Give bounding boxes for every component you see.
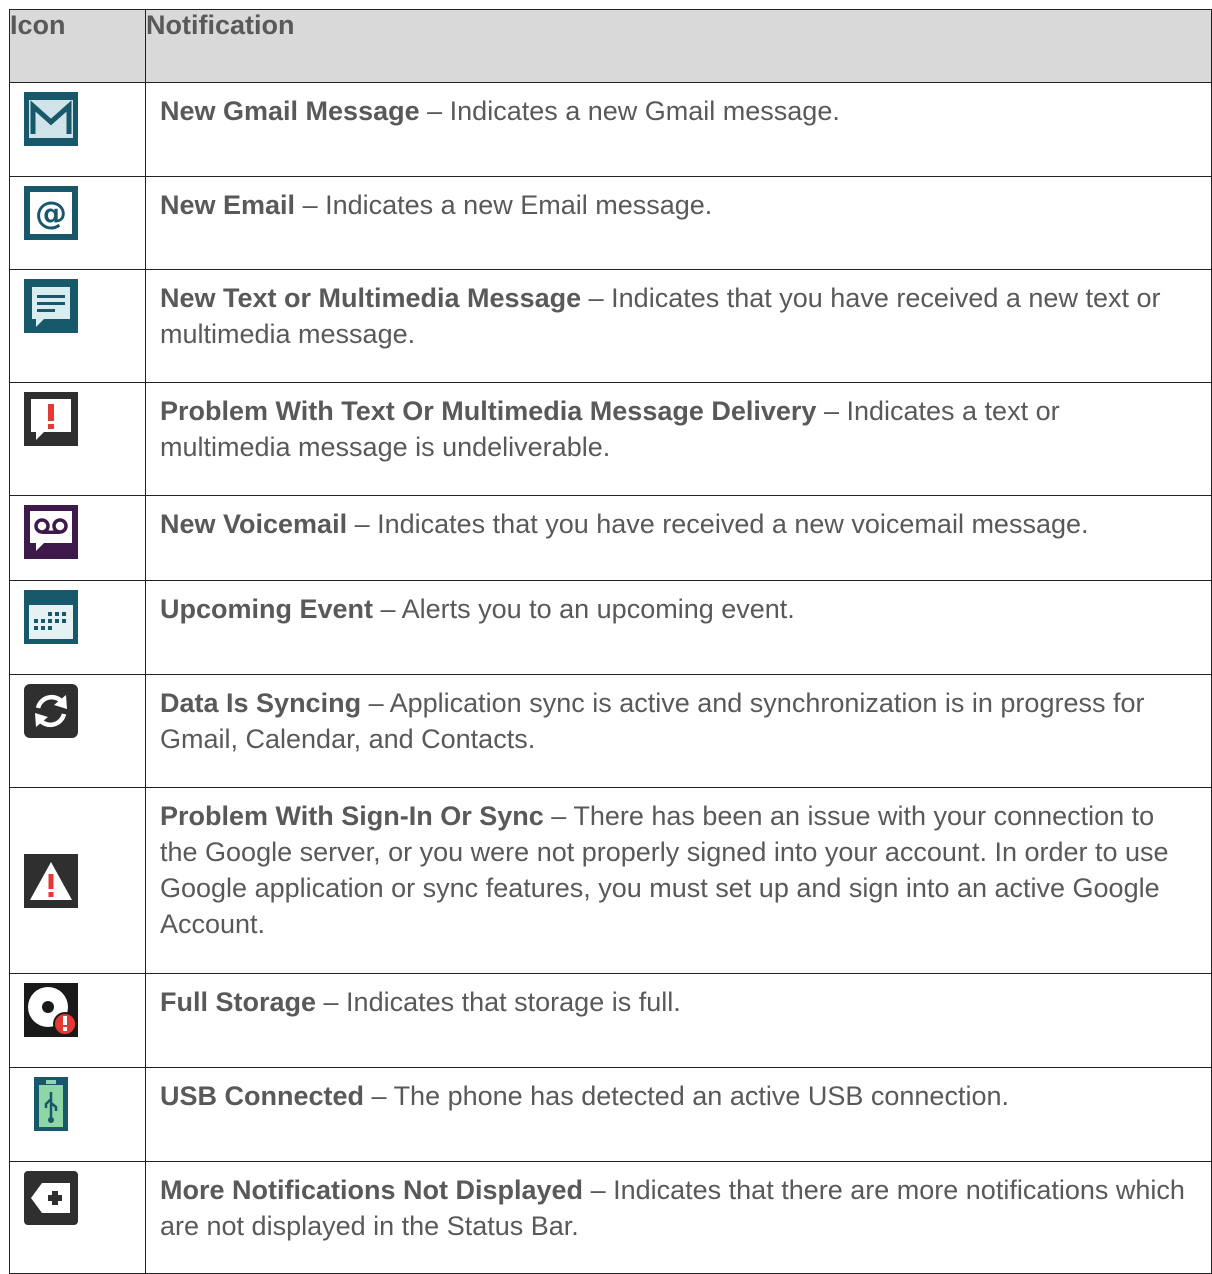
- notification-term: More Notifications Not Displayed: [160, 1175, 584, 1205]
- separator: –: [316, 987, 347, 1017]
- storage-full-icon: [24, 983, 78, 1037]
- sync-icon: [24, 684, 78, 738]
- voicemail-icon: [24, 505, 78, 559]
- svg-text:@: @: [35, 194, 67, 232]
- separator: –: [583, 1175, 614, 1205]
- calendar-icon: [24, 590, 78, 644]
- notifications-table: Icon Notification New Gmail Message – In…: [9, 9, 1212, 1274]
- separator: –: [581, 283, 612, 313]
- table-row: Problem With Sign-In Or Sync – There has…: [9, 787, 1212, 974]
- notification-term: New Text or Multimedia Message: [160, 283, 582, 313]
- notification-term: Upcoming Event: [160, 594, 374, 624]
- separator: –: [364, 1081, 394, 1111]
- text-message-icon: [24, 279, 78, 333]
- usb-icon: [34, 1077, 68, 1131]
- notification-term: Problem With Sign-In Or Sync: [160, 801, 544, 831]
- separator: –: [295, 190, 326, 220]
- separator: –: [361, 688, 390, 718]
- table-row: New Text or Multimedia Message – Indicat…: [9, 269, 1212, 383]
- table-row: More Notifications Not Displayed – Indic…: [9, 1161, 1212, 1274]
- table-row: Data Is Syncing – Application sync is ac…: [9, 674, 1212, 788]
- notification-term: New Voicemail: [160, 509, 348, 539]
- table-row: New Gmail Message – Indicates a new Gmai…: [9, 82, 1212, 177]
- notification-term: New Gmail Message: [160, 96, 420, 126]
- email-at-icon: @: [24, 186, 78, 240]
- message-alert-icon: [24, 392, 78, 446]
- notification-desc: The phone has detected an active USB con…: [393, 1081, 1009, 1111]
- notification-term: USB Connected: [160, 1081, 365, 1111]
- more-notifications-icon: [24, 1171, 78, 1225]
- table-row: New Voicemail – Indicates that you have …: [9, 495, 1212, 581]
- separator: –: [373, 594, 402, 624]
- table-header-row: Icon Notification: [9, 9, 1212, 83]
- header-icon: Icon: [9, 9, 146, 83]
- notification-desc: Indicates a new Email message.: [325, 190, 713, 220]
- separator: –: [816, 396, 847, 426]
- table-row: USB Connected – The phone has detected a…: [9, 1067, 1212, 1162]
- table-row: @ New Email – Indicates a new Email mess…: [9, 176, 1212, 270]
- notification-term: Problem With Text Or Multimedia Message …: [160, 396, 817, 426]
- notification-desc: Indicates a new Gmail message.: [449, 96, 840, 126]
- table-row: Problem With Text Or Multimedia Message …: [9, 382, 1212, 496]
- notification-desc: Alerts you to an upcoming event.: [401, 594, 795, 624]
- notification-term: Full Storage: [160, 987, 317, 1017]
- notification-desc: Indicates that storage is full.: [346, 987, 681, 1017]
- table-row: Upcoming Event – Alerts you to an upcomi…: [9, 580, 1212, 675]
- table-row: Full Storage – Indicates that storage is…: [9, 973, 1212, 1068]
- notification-term: Data Is Syncing: [160, 688, 362, 718]
- separator: –: [419, 96, 450, 126]
- warning-icon: [24, 853, 78, 908]
- notification-term: New Email: [160, 190, 296, 220]
- header-notification: Notification: [145, 9, 1212, 83]
- separator: –: [543, 801, 574, 831]
- separator: –: [347, 509, 378, 539]
- gmail-icon: [24, 92, 78, 146]
- notification-desc: Indicates that you have received a new v…: [377, 509, 1089, 539]
